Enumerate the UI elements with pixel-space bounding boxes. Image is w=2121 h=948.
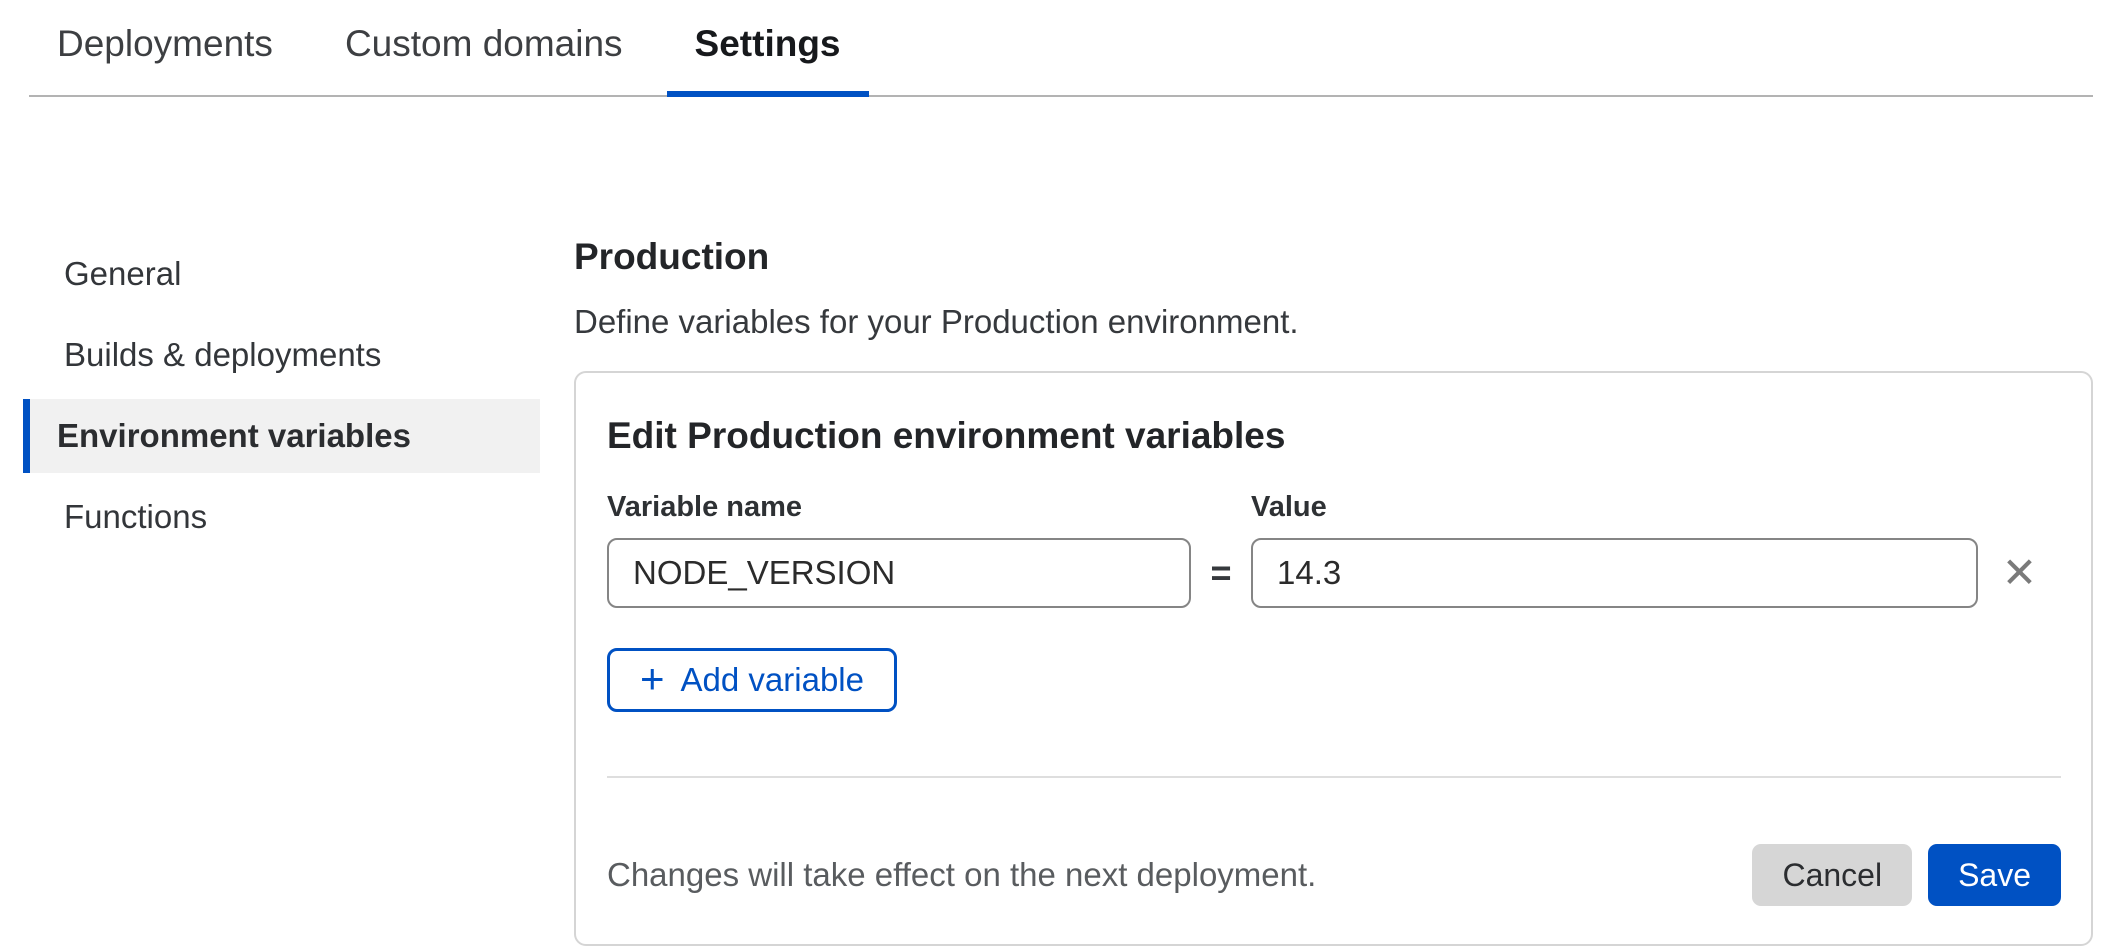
variable-name-input[interactable] [607, 538, 1191, 608]
plus-icon: + [640, 658, 665, 700]
value-label: Value [1251, 491, 1978, 524]
remove-variable-icon: ✕ [2002, 548, 2037, 597]
main-content: Production Define variables for your Pro… [574, 237, 2093, 946]
section-description: Define variables for your Production env… [574, 303, 2093, 341]
environment-variables-card: Edit Production environment variables Va… [574, 371, 2093, 946]
equals-sign: = [1191, 552, 1251, 594]
card-title: Edit Production environment variables [607, 415, 2061, 457]
add-variable-button[interactable]: + Add variable [607, 648, 897, 712]
tab-bar: Deployments Custom domains Settings [29, 0, 2093, 97]
deployment-note: Changes will take effect on the next dep… [607, 856, 1752, 894]
sidebar-item-environment-variables[interactable]: Environment variables [23, 399, 540, 473]
page-body: General Builds & deployments Environment… [0, 97, 2121, 946]
settings-sidebar: General Builds & deployments Environment… [23, 237, 540, 561]
card-divider [607, 776, 2061, 778]
tab-settings[interactable]: Settings [667, 23, 869, 97]
remove-cell: ✕ [1978, 545, 2061, 601]
sidebar-item-functions[interactable]: Functions [23, 480, 540, 554]
tab-custom-domains[interactable]: Custom domains [317, 23, 651, 97]
variable-name-label: Variable name [607, 491, 1191, 524]
card-footer: Changes will take effect on the next dep… [607, 844, 2061, 906]
cancel-button[interactable]: Cancel [1752, 844, 1912, 906]
sidebar-item-builds-deployments[interactable]: Builds & deployments [23, 318, 540, 392]
save-button[interactable]: Save [1928, 844, 2061, 906]
sidebar-item-general[interactable]: General [23, 237, 540, 311]
add-variable-label: Add variable [681, 661, 864, 699]
tab-deployments[interactable]: Deployments [29, 23, 301, 97]
variable-value-input[interactable] [1251, 538, 1978, 608]
variable-row: = ✕ [607, 538, 2061, 608]
field-labels-row: Variable name Value [607, 491, 2061, 524]
section-title: Production [574, 237, 2093, 277]
remove-variable-button[interactable]: ✕ [1992, 545, 2048, 601]
